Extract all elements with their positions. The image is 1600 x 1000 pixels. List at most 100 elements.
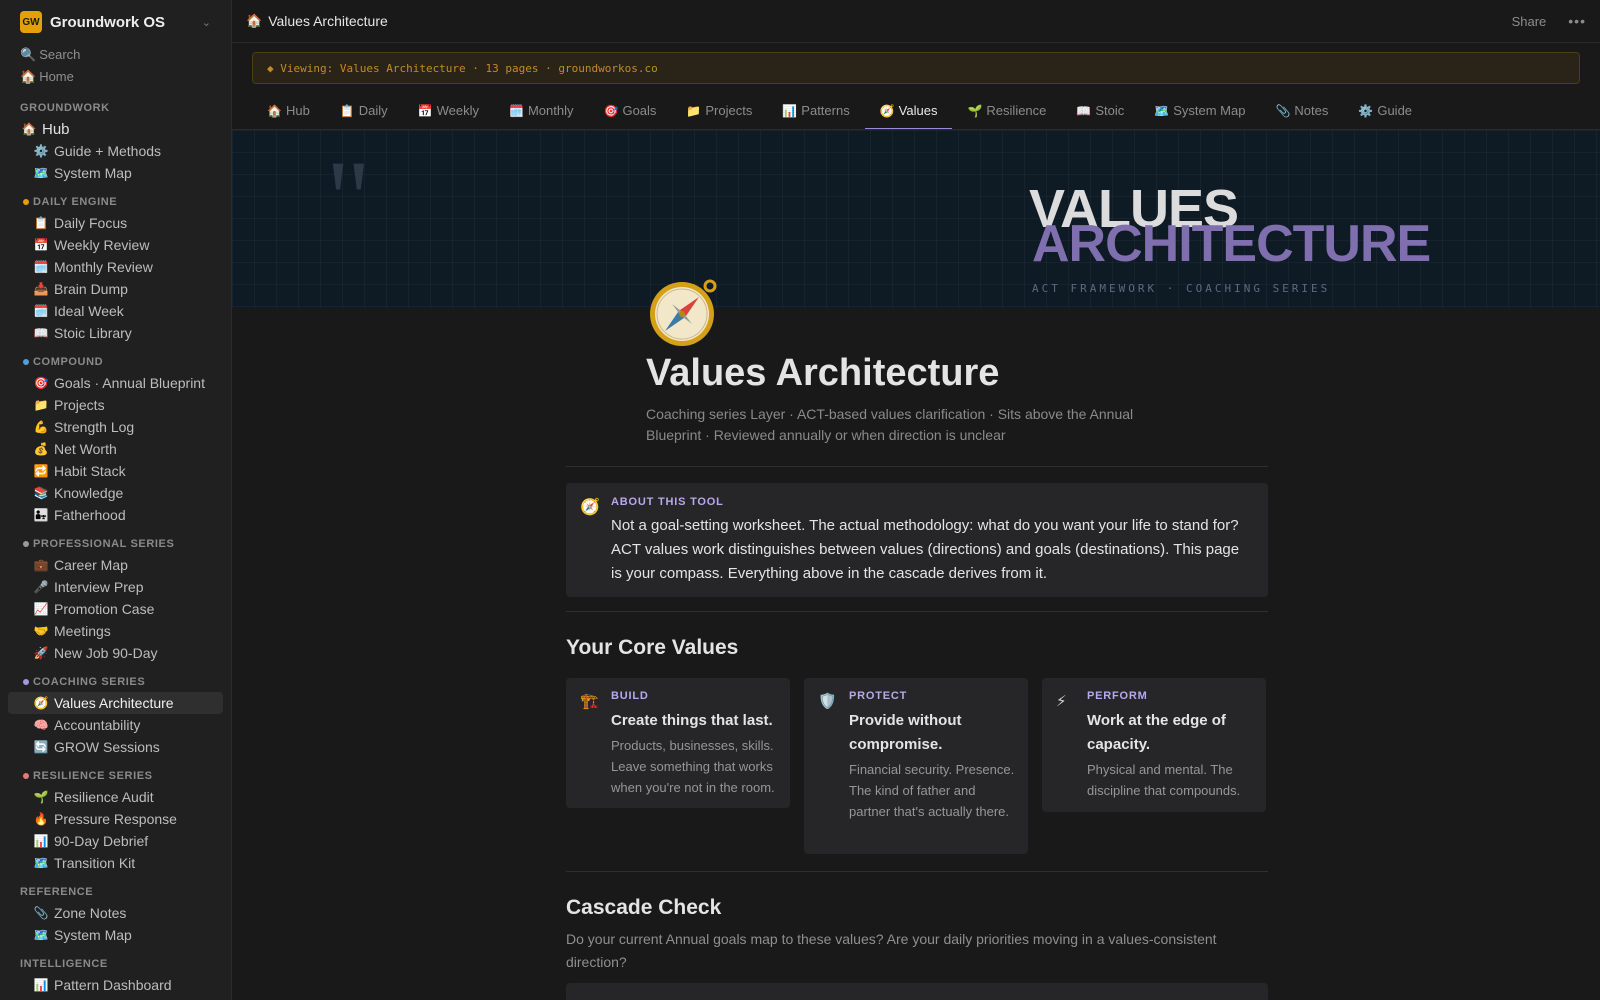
page-icon: 🤝 — [33, 624, 49, 638]
tab-label: Guide — [1377, 103, 1413, 118]
section-groundwork[interactable]: GROUNDWORK — [0, 98, 231, 118]
sidebar-item-system-map[interactable]: 🗺️ System Map — [8, 162, 223, 184]
sidebar-item-pressure-response[interactable]: 🔥 Pressure Response — [8, 808, 223, 830]
sidebar-item-interview-prep[interactable]: 🎤 Interview Prep — [8, 576, 223, 598]
page-icon: 👨‍👧 — [33, 508, 49, 522]
sidebar-item-label: Brain Dump — [54, 281, 128, 297]
sidebar-item-monthly-review[interactable]: 🗓️ Monthly Review — [8, 256, 223, 278]
sidebar-item-new-job-90-day[interactable]: 🚀 New Job 90-Day — [8, 642, 223, 664]
section-reference[interactable]: REFERENCE — [0, 882, 231, 902]
page-icon: 📥 — [33, 282, 49, 296]
sidebar-item-ideal-week[interactable]: 🗓️ Ideal Week — [8, 300, 223, 322]
tab-patterns[interactable]: 📊 Patterns — [767, 96, 864, 130]
sidebar-item-net-worth[interactable]: 💰 Net Worth — [8, 438, 223, 460]
sidebar-item-90-day-debrief[interactable]: 📊 90-Day Debrief — [8, 830, 223, 852]
sidebar-item-brain-dump[interactable]: 📥 Brain Dump — [8, 278, 223, 300]
sidebar-item-label: 90-Day Debrief — [54, 833, 149, 849]
sidebar-item-label: Meetings — [54, 623, 111, 639]
sidebar-item-values-architecture[interactable]: 🧭 Values Architecture — [8, 692, 223, 714]
share-button[interactable]: Share — [1512, 14, 1547, 29]
page-icon: 🧭 — [33, 696, 49, 710]
sidebar-item-daily-focus[interactable]: 📋 Daily Focus — [8, 212, 223, 234]
sidebar-item-label: Goals · Annual Blueprint — [54, 375, 205, 391]
section-coaching-series[interactable]: COACHING SERIES — [0, 672, 231, 692]
page-icon: 📅 — [33, 238, 49, 252]
quick-home[interactable]: 🏠 Home — [0, 66, 231, 88]
section-title: COACHING SERIES — [33, 676, 146, 688]
page-icon: 💼 — [33, 558, 49, 572]
tab-system-map[interactable]: 🗺️ System Map — [1139, 96, 1260, 130]
tab-daily[interactable]: 📋 Daily — [325, 96, 403, 130]
page-icon: 💰 — [33, 442, 49, 456]
sidebar-item-accountability[interactable]: 🧠 Accountability — [8, 714, 223, 736]
tab-monthly[interactable]: 🗓️ Monthly — [494, 96, 588, 130]
sidebar-item-label: Strength Log — [54, 419, 135, 435]
more-options-icon[interactable]: ••• — [1568, 13, 1586, 29]
section-dot-icon — [23, 541, 29, 547]
chevron-down-icon[interactable]: ⌄ — [202, 16, 211, 29]
tab-icon: 🧭 — [879, 104, 895, 118]
page-icon: 🚀 — [33, 646, 49, 660]
sidebar-item-promotion-case[interactable]: 📈 Promotion Case — [8, 598, 223, 620]
sidebar-item-career-map[interactable]: 💼 Career Map — [8, 554, 223, 576]
section-intelligence[interactable]: INTELLIGENCE — [0, 954, 231, 974]
section-professional-series[interactable]: PROFESSIONAL SERIES — [0, 534, 231, 554]
sidebar-item-strength-log[interactable]: 💪 Strength Log — [8, 416, 223, 438]
section-compound[interactable]: COMPOUND — [0, 352, 231, 372]
quick-label: Home — [39, 69, 74, 84]
page-tabs: 🏠 Hub 📋 Daily 📅 Weekly 🗓️ Monthly 🎯 Goals 📁 Project… — [252, 96, 1427, 130]
section-title: REFERENCE — [20, 886, 94, 898]
viewing-banner: ◆ Viewing: Values Architecture · 13 page… — [252, 52, 1580, 84]
sidebar-item-hub[interactable]: 🏠 Hub — [8, 118, 223, 140]
sidebar-item-label: Knowledge — [54, 485, 124, 501]
value-card-build: 🏗️ BUILD Create things that last. Produc… — [566, 678, 790, 808]
compass-icon[interactable] — [648, 276, 720, 348]
sidebar-item-label: Ideal Week — [54, 303, 124, 319]
tab-notes[interactable]: 📎 Notes — [1260, 96, 1343, 130]
tab-icon: 📁 — [686, 104, 702, 118]
sidebar-item-label: Projects — [54, 397, 105, 413]
breadcrumb[interactable]: 🏠 Values Architecture — [246, 13, 388, 29]
tab-icon: 🗓️ — [509, 104, 524, 118]
compass-icon: 🧭 — [580, 499, 600, 516]
sidebar-item-transition-kit[interactable]: 🗺️ Transition Kit — [8, 852, 223, 874]
sidebar-item-fatherhood[interactable]: 👨‍👧 Fatherhood — [8, 504, 223, 526]
sidebar-item-pattern-dashboard[interactable]: 📊 Pattern Dashboard — [8, 974, 223, 996]
tab-projects[interactable]: 📁 Projects — [671, 96, 767, 130]
tab-hub[interactable]: 🏠 Hub — [252, 96, 325, 130]
sidebar-item-meetings[interactable]: 🤝 Meetings — [8, 620, 223, 642]
sidebar-item-label: Resilience Audit — [54, 789, 154, 805]
value-headline: Work at the edge of capacity. — [1087, 712, 1226, 753]
sidebar-item-knowledge[interactable]: 📚 Knowledge — [8, 482, 223, 504]
workspace-switcher[interactable]: GW Groundwork OS ⌄ — [0, 0, 231, 44]
tab-goals[interactable]: 🎯 Goals — [589, 96, 672, 130]
sidebar-item-label: GROW Sessions — [54, 739, 160, 755]
sidebar-item-projects[interactable]: 📁 Projects — [8, 394, 223, 416]
tab-weekly[interactable]: 📅 Weekly — [403, 96, 494, 130]
value-headline: Create things that last. — [611, 712, 773, 729]
section-daily-engine[interactable]: DAILY ENGINE — [0, 192, 231, 212]
sidebar-item-goals-annual-blueprint[interactable]: 🎯 Goals · Annual Blueprint — [8, 372, 223, 394]
tab-label: Daily — [358, 103, 388, 118]
search-icon: 🔍 — [20, 47, 37, 62]
sidebar-item-zone-notes[interactable]: 📎 Zone Notes — [8, 902, 223, 924]
section-title: INTELLIGENCE — [20, 958, 108, 970]
sidebar-item-stoic-library[interactable]: 📖 Stoic Library — [8, 322, 223, 344]
sidebar-item-grow-sessions[interactable]: 🔄 GROW Sessions — [8, 736, 223, 758]
sidebar-item-resilience-audit[interactable]: 🌱 Resilience Audit — [8, 786, 223, 808]
section-dot-icon — [23, 679, 29, 685]
tab-icon: ⚙️ — [1358, 104, 1374, 118]
sidebar-item-label: Interview Prep — [54, 579, 144, 595]
tab-resilience[interactable]: 🌱 Resilience — [952, 96, 1061, 130]
sidebar-item-guide-methods[interactable]: ⚙️ Guide + Methods — [8, 140, 223, 162]
sidebar-item-label: Pressure Response — [54, 811, 177, 827]
sidebar-item-weekly-review[interactable]: 📅 Weekly Review — [8, 234, 223, 256]
sidebar-item-system-map[interactable]: 🗺️ System Map — [8, 924, 223, 946]
sidebar-item-habit-stack[interactable]: 🔁 Habit Stack — [8, 460, 223, 482]
tab-values[interactable]: 🧭 Values — [864, 96, 953, 130]
tab-stoic[interactable]: 📖 Stoic — [1061, 96, 1139, 130]
page-icon: ⚙️ — [33, 144, 49, 158]
tab-guide[interactable]: ⚙️ Guide — [1343, 96, 1427, 130]
quick-search[interactable]: 🔍 Search — [0, 44, 231, 66]
section-resilience-series[interactable]: RESILIENCE SERIES — [0, 766, 231, 786]
